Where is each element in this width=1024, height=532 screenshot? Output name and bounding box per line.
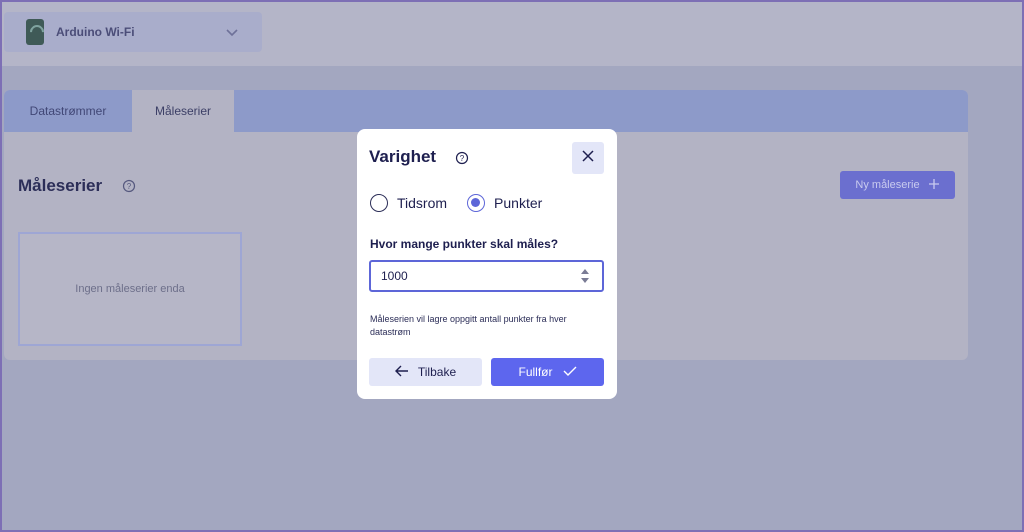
points-input[interactable] bbox=[371, 262, 561, 290]
empty-state-text: Ingen måleserier enda bbox=[75, 283, 185, 295]
tab-datastreams[interactable]: Datastrømmer bbox=[4, 90, 132, 132]
points-field-label: Hvor mange punkter skal måles? bbox=[370, 237, 559, 251]
helper-text: Måleserien vil lagre oppgitt antall punk… bbox=[370, 314, 567, 337]
new-series-button[interactable]: Ny måleserie bbox=[840, 171, 955, 199]
tab-bar: Datastrømmer Måleserier bbox=[4, 90, 968, 132]
chevron-down-icon bbox=[224, 24, 240, 40]
arrow-left-icon bbox=[394, 365, 409, 380]
back-button-label: Tilbake bbox=[417, 365, 457, 379]
radio-button-points[interactable] bbox=[467, 194, 486, 212]
svg-text:?: ? bbox=[460, 154, 465, 163]
back-button[interactable]: Tilbake bbox=[369, 358, 482, 386]
number-stepper-icon[interactable] bbox=[580, 266, 590, 286]
arduino-device-icon bbox=[26, 19, 44, 45]
close-icon bbox=[581, 149, 595, 168]
radio-option-timespan[interactable]: Tidsrom bbox=[370, 194, 447, 212]
radio-label-points: Punkter bbox=[494, 195, 543, 211]
radio-button-timespan[interactable] bbox=[370, 194, 388, 212]
radio-option-points[interactable]: Punkter bbox=[467, 194, 542, 212]
duration-dialog: Varighet ? Tidsrom Punkter Hvor mange pu… bbox=[357, 129, 617, 399]
checkmark-icon bbox=[563, 365, 577, 380]
device-name: Arduino Wi-Fi bbox=[56, 25, 135, 39]
new-series-button-label: Ny måleserie bbox=[855, 179, 920, 191]
device-selector[interactable]: Arduino Wi-Fi bbox=[4, 12, 262, 52]
finish-button[interactable]: Fullfør bbox=[491, 358, 604, 386]
plus-icon bbox=[928, 178, 940, 193]
svg-text:?: ? bbox=[127, 182, 132, 191]
duration-type-radio-group: Tidsrom Punkter bbox=[370, 194, 562, 212]
points-number-field bbox=[369, 260, 604, 292]
app-frame: Arduino Wi-Fi Datastrømmer Måleserier Må… bbox=[0, 0, 1024, 532]
finish-button-label: Fullfør bbox=[518, 365, 553, 379]
tab-measurement-series[interactable]: Måleserier bbox=[132, 90, 234, 132]
page-title: Måleserier bbox=[18, 176, 103, 195]
empty-series-card: Ingen måleserier enda bbox=[18, 232, 242, 346]
close-button[interactable] bbox=[572, 142, 604, 174]
help-circle-icon[interactable]: ? bbox=[122, 179, 136, 193]
radio-label-timespan: Tidsrom bbox=[397, 195, 448, 211]
help-circle-icon[interactable]: ? bbox=[455, 151, 469, 165]
top-bar: Arduino Wi-Fi bbox=[2, 2, 1022, 66]
dialog-title: Varighet bbox=[369, 147, 437, 166]
